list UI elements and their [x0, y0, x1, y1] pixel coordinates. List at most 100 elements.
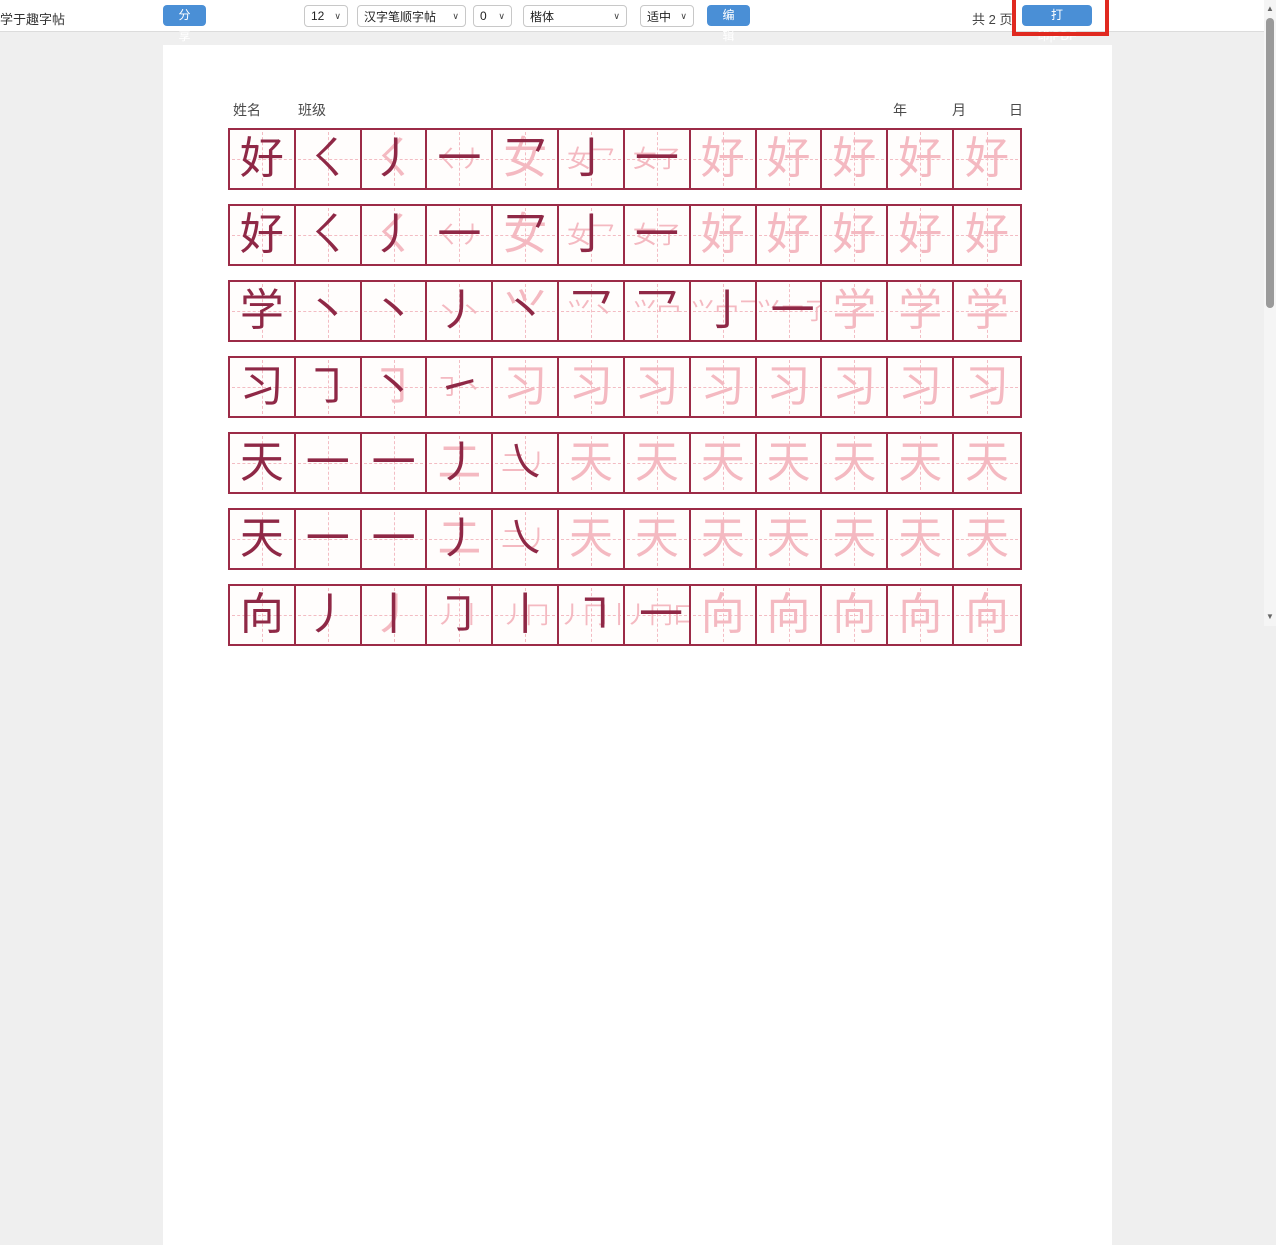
trace-glyph: 习: [767, 365, 811, 409]
practice-cell: 好: [757, 206, 823, 264]
practice-cell: 天: [822, 510, 888, 568]
size-select[interactable]: 12 ∨: [304, 5, 348, 27]
practice-cell: 女乛亅: [559, 206, 625, 264]
practice-cell: 习: [559, 358, 625, 416]
stroke-glyph: 亅: [705, 289, 749, 333]
font-select[interactable]: 楷体 ∨: [523, 5, 627, 27]
practice-cell: 天: [230, 510, 296, 568]
class-label: 班级: [298, 100, 326, 120]
edit-button[interactable]: 编辑: [707, 5, 750, 26]
stroke-glyph: 丿: [437, 517, 481, 561]
trace-glyph: 天: [832, 441, 876, 485]
scroll-down-icon[interactable]: ▼: [1264, 610, 1276, 624]
character-row-天: 天一一一二丿二丿㇏天天天天天天天: [228, 508, 1022, 570]
trace-glyph: 好: [898, 213, 942, 257]
character-row-好: 好ㄑㄑ丿ㄑ丿一女乛女乛亅女了一好好好好好: [228, 204, 1022, 266]
practice-cell: 好: [230, 206, 296, 264]
practice-cell: 天: [954, 510, 1020, 568]
stroke-glyph: 丿: [437, 441, 481, 485]
practice-cell: ㄑ丿: [362, 206, 428, 264]
trace-glyph: 天: [767, 441, 811, 485]
trace-glyph: 学: [898, 289, 942, 333]
practice-cell: 习: [625, 358, 691, 416]
practice-cell: ㇆丶: [362, 358, 428, 416]
practice-cell: 学: [954, 282, 1020, 340]
practice-cell: 习: [888, 358, 954, 416]
stroke-glyph: 向: [240, 593, 284, 637]
print-pdf-button[interactable]: 打印|PDF: [1022, 5, 1092, 26]
character-row-向: 向丿丿丨丿丨㇆丿冂丨丿冂丨㇕丿冂口一向向向向向: [228, 584, 1022, 646]
practice-cell: 好: [888, 206, 954, 264]
practice-cell: 天: [559, 510, 625, 568]
practice-cell: 向: [691, 586, 757, 644]
practice-cell: 习: [954, 358, 1020, 416]
stroke-glyph: 乛: [569, 289, 613, 333]
practice-cell: 向: [757, 586, 823, 644]
practice-cell: 天: [559, 434, 625, 492]
page-count: 共 2 页: [972, 9, 1012, 28]
stroke-glyph: 一: [639, 593, 683, 637]
stroke-glyph: 丿: [306, 593, 350, 637]
stroke-glyph: 一: [306, 441, 350, 485]
character-row-习: 习㇆㇆丶㇆丶㇀习习习习习习习习: [228, 356, 1022, 418]
vertical-scrollbar[interactable]: ▲ ▼: [1264, 0, 1276, 626]
stroke-glyph: 丿: [437, 289, 481, 333]
trace-glyph: 好: [965, 213, 1009, 257]
practice-cell: 天: [625, 510, 691, 568]
stroke-glyph: 丿: [372, 137, 416, 181]
practice-cell: ㄑ丿一: [427, 206, 493, 264]
stroke-glyph: 一: [635, 213, 679, 257]
stroke-glyph: ㄑ: [306, 213, 350, 257]
practice-cell: 一: [296, 434, 362, 492]
trace-glyph: 好: [767, 137, 811, 181]
scrollbar-thumb[interactable]: [1266, 18, 1274, 308]
trace-glyph: 好: [701, 137, 745, 181]
practice-cell: 好: [822, 206, 888, 264]
practice-cell: 好: [822, 130, 888, 188]
practice-cell: 好: [691, 206, 757, 264]
practice-cell: 天: [757, 434, 823, 492]
trace-glyph: 学: [965, 289, 1009, 333]
trace-glyph: 习: [701, 365, 745, 409]
practice-cell: 好: [757, 130, 823, 188]
trace-glyph: 好: [898, 137, 942, 181]
name-label: 姓名: [233, 100, 261, 120]
stroke-glyph: 丿: [372, 213, 416, 257]
practice-cell: ⺍冖了一: [757, 282, 823, 340]
stroke-glyph: 一: [771, 289, 815, 333]
trace-glyph: 向: [898, 593, 942, 637]
stroke-glyph: 亅: [569, 213, 613, 257]
chevron-down-icon: ∨: [613, 11, 620, 22]
toolbar: 分享 学于趣字帖 12 ∨ 汉字笔顺字帖 ∨ 0 ∨ 楷体 ∨ 适中 ∨ 编辑 …: [0, 0, 1264, 32]
practice-cell: 丿: [296, 586, 362, 644]
trace-glyph: 天: [832, 517, 876, 561]
trace-glyph: 向: [701, 593, 745, 637]
practice-cell: ㇆丶㇀: [427, 358, 493, 416]
practice-cell: 丿丨: [362, 586, 428, 644]
stroke-glyph: 一: [372, 441, 416, 485]
practice-cell: 丿冂丨: [493, 586, 559, 644]
stroke-glyph: 一: [437, 213, 481, 257]
practice-cell: 女乛亅: [559, 130, 625, 188]
trace-glyph: 好: [832, 213, 876, 257]
stroke-glyph: 乛: [635, 289, 679, 333]
density-select[interactable]: 适中 ∨: [640, 5, 694, 27]
stroke-glyph: 习: [240, 365, 284, 409]
stroke-glyph: 乛: [503, 213, 547, 257]
practice-cell: 丶丶丿: [427, 282, 493, 340]
practice-cell: 好: [691, 130, 757, 188]
share-button[interactable]: 分享: [163, 5, 206, 26]
type-select-value: 汉字笔顺字帖: [364, 8, 436, 25]
stroke-glyph: ㇆: [306, 365, 350, 409]
practice-cell: 习: [230, 358, 296, 416]
practice-cell: 丶丶: [362, 282, 428, 340]
font-select-value: 楷体: [530, 8, 554, 25]
practice-cell: 习: [757, 358, 823, 416]
type-select[interactable]: 汉字笔顺字帖 ∨: [357, 5, 466, 27]
practice-cell: 向: [954, 586, 1020, 644]
stroke-glyph: 学: [240, 289, 284, 333]
stroke-glyph: ㇀: [437, 365, 481, 409]
practice-cell: 天: [625, 434, 691, 492]
scroll-up-icon[interactable]: ▲: [1264, 2, 1276, 16]
offset-select[interactable]: 0 ∨: [473, 5, 512, 27]
